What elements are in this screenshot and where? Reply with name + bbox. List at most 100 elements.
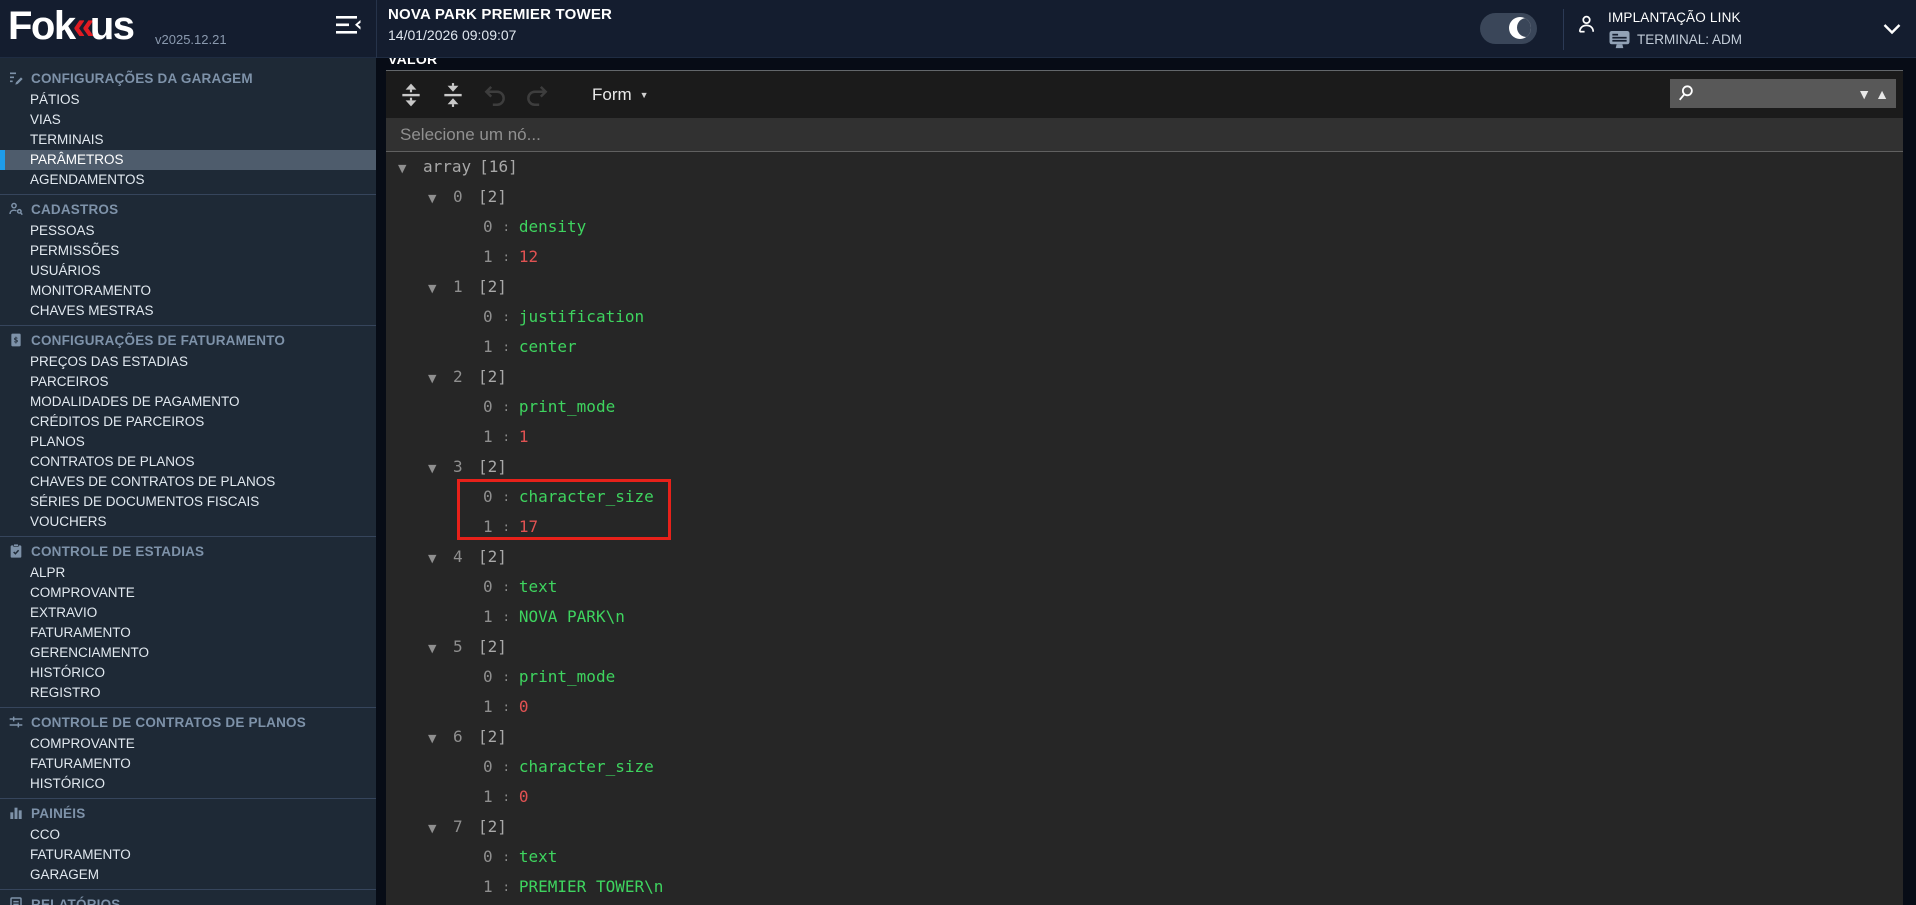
sidebar-item-comprovante[interactable]: COMPROVANTE: [0, 734, 376, 754]
sidebar-collapse-icon[interactable]: [336, 14, 362, 36]
sidebar-item-permissoes[interactable]: PERMISSÕES: [0, 241, 376, 261]
sidebar-item-gerenciamento[interactable]: GERENCIAMENTO: [0, 643, 376, 663]
user-name-label: IMPLANTAÇÃO LINK: [1608, 10, 1741, 25]
sidebar-item-faturamento[interactable]: FATURAMENTO: [0, 623, 376, 643]
tree-key-value[interactable]: text: [519, 847, 558, 866]
sidebar-item-pessoas[interactable]: PESSOAS: [0, 221, 376, 241]
sidebar-section: CADASTROS PESSOAS PERMISSÕES USUÁRIOS MO…: [0, 194, 376, 325]
pair-index-1: 1: [483, 247, 493, 266]
sidebar-item-modalidades-de-pagamento[interactable]: MODALIDADES DE PAGAMENTO: [0, 392, 376, 412]
redo-icon[interactable]: [524, 82, 550, 108]
sidebar-item-patios[interactable]: PÁTIOS: [0, 90, 376, 110]
tree-value[interactable]: 0: [519, 787, 529, 806]
tree-item-index: 1: [453, 272, 478, 302]
json-editor: Form ▼ ▼ ▲ Selecione um nó... ▼array[16]…: [386, 70, 1903, 905]
sidebar-item-garagem[interactable]: GARAGEM: [0, 865, 376, 885]
pair-index-0: 0: [483, 217, 493, 236]
sidebar-item-contratos-de-planos[interactable]: CONTRATOS DE PLANOS: [0, 452, 376, 472]
sidebar-item-faturamento[interactable]: FATURAMENTO: [0, 754, 376, 774]
sidebar-item-historico[interactable]: HISTÓRICO: [0, 774, 376, 794]
tree-key-row: 0:text: [386, 572, 1903, 602]
sidebar-section-label: PAINÉIS: [31, 806, 85, 821]
tree-item-index: 7: [453, 812, 478, 842]
collapse-triangle-icon[interactable]: ▼: [428, 364, 453, 394]
sidebar-item-terminais[interactable]: TERMINAIS: [0, 130, 376, 150]
tree-value[interactable]: center: [519, 337, 577, 356]
collapse-triangle-icon[interactable]: ▼: [428, 274, 453, 304]
tree-value[interactable]: 1: [519, 427, 529, 446]
tree-value[interactable]: 17: [519, 517, 538, 536]
tree-key-value[interactable]: character_size: [519, 487, 654, 506]
pair-index-0: 0: [483, 487, 493, 506]
dark-mode-toggle[interactable]: [1480, 13, 1537, 44]
sidebar-item-chaves-de-contratos-de-planos[interactable]: CHAVES DE CONTRATOS DE PLANOS: [0, 472, 376, 492]
sidebar-item-cco[interactable]: CCO: [0, 825, 376, 845]
tree-key-value[interactable]: print_mode: [519, 667, 615, 686]
tree-key-value[interactable]: justification: [519, 307, 644, 326]
tree-item: ▼5[2] 0:print_mode 1:0: [386, 632, 1903, 722]
tree-value-row: 1:NOVA PARK\n: [386, 602, 1903, 632]
sidebar-section: $ CONFIGURAÇÕES DE FATURAMENTO PREÇOS DA…: [0, 325, 376, 536]
colon-separator: :: [503, 340, 510, 354]
tree-item: ▼7[2] 0:text 1:PREMIER TOWER\n: [386, 812, 1903, 902]
sidebar-item-vias[interactable]: VIAS: [0, 110, 376, 130]
search-input[interactable]: [1700, 85, 1853, 103]
undo-icon[interactable]: [482, 82, 508, 108]
tree-item-count: [2]: [478, 637, 507, 656]
sidebar-item-comprovante[interactable]: COMPROVANTE: [0, 583, 376, 603]
tree-key-value[interactable]: print_mode: [519, 397, 615, 416]
sidebar-item-planos[interactable]: PLANOS: [0, 432, 376, 452]
sidebar-item-parceiros[interactable]: PARCEIROS: [0, 372, 376, 392]
tree-key-row: 0:print_mode: [386, 662, 1903, 692]
collapse-triangle-icon[interactable]: ▼: [428, 454, 453, 484]
collapse-triangle-icon[interactable]: ▼: [428, 184, 453, 214]
sidebar-item-vouchers[interactable]: VOUCHERS: [0, 512, 376, 532]
collapse-triangle-icon[interactable]: ▼: [428, 814, 453, 844]
logo-text: Fo: [8, 4, 54, 48]
chevron-down-icon[interactable]: [1882, 22, 1902, 36]
search-prev-icon[interactable]: ▲: [1875, 87, 1889, 101]
collapse-all-icon[interactable]: [440, 82, 466, 108]
collapse-triangle-icon[interactable]: ▼: [428, 544, 453, 574]
sidebar-item-creditos-de-parceiros[interactable]: CRÉDITOS DE PARCEIROS: [0, 412, 376, 432]
tree-value[interactable]: PREMIER TOWER\n: [519, 877, 664, 896]
sidebar-item-historico[interactable]: HISTÓRICO: [0, 663, 376, 683]
pair-index-0: 0: [483, 847, 493, 866]
colon-separator: :: [503, 220, 510, 234]
collapse-triangle-icon[interactable]: ▼: [428, 634, 453, 664]
sidebar-item-faturamento[interactable]: FATURAMENTO: [0, 845, 376, 865]
sidebar-item-parametros[interactable]: PARÂMETROS: [0, 150, 376, 170]
expand-all-icon[interactable]: [398, 82, 424, 108]
sidebar-item-series-de-documentos-fiscais[interactable]: SÉRIES DE DOCUMENTOS FISCAIS: [0, 492, 376, 512]
sidebar-item-usuarios[interactable]: USUÁRIOS: [0, 261, 376, 281]
sidebar-item-chaves-mestras[interactable]: CHAVES MESTRAS: [0, 301, 376, 321]
sidebar-item-alpr[interactable]: ALPR: [0, 563, 376, 583]
search-next-icon[interactable]: ▼: [1857, 87, 1871, 101]
tree-value[interactable]: 0: [519, 697, 529, 716]
pair-index-0: 0: [483, 307, 493, 326]
tree-value[interactable]: 12: [519, 247, 538, 266]
tree-value[interactable]: NOVA PARK\n: [519, 607, 625, 626]
colon-separator: :: [503, 850, 510, 864]
pair-index-1: 1: [483, 517, 493, 536]
collapse-triangle-icon[interactable]: ▼: [398, 154, 423, 184]
sidebar-item-registro[interactable]: REGISTRO: [0, 683, 376, 703]
sidebar-item-precos-das-estadias[interactable]: PREÇOS DAS ESTADIAS: [0, 352, 376, 372]
collapse-triangle-icon[interactable]: ▼: [428, 724, 453, 754]
pair-index-1: 1: [483, 787, 493, 806]
sidebar-section-label: CONFIGURAÇÕES DE FATURAMENTO: [31, 333, 285, 348]
sidebar-section-label: CONFIGURAÇÕES DA GARAGEM: [31, 71, 253, 86]
colon-separator: :: [503, 610, 510, 624]
tree-key-value[interactable]: character_size: [519, 757, 654, 776]
node-select-input[interactable]: Selecione um nó...: [386, 118, 1903, 152]
tree-item-count: [2]: [478, 187, 507, 206]
mode-caret-icon: ▼: [640, 90, 649, 100]
sidebar-item-agendamentos[interactable]: AGENDAMENTOS: [0, 170, 376, 190]
user-section-divider: [1563, 9, 1564, 50]
tree-key-value[interactable]: text: [519, 577, 558, 596]
sidebar-item-extravio[interactable]: EXTRAVIO: [0, 603, 376, 623]
mode-dropdown[interactable]: Form ▼: [592, 85, 649, 105]
sidebar-item-monitoramento[interactable]: MONITORAMENTO: [0, 281, 376, 301]
tree-key-value[interactable]: density: [519, 217, 586, 236]
invoice-icon: $: [8, 332, 25, 349]
